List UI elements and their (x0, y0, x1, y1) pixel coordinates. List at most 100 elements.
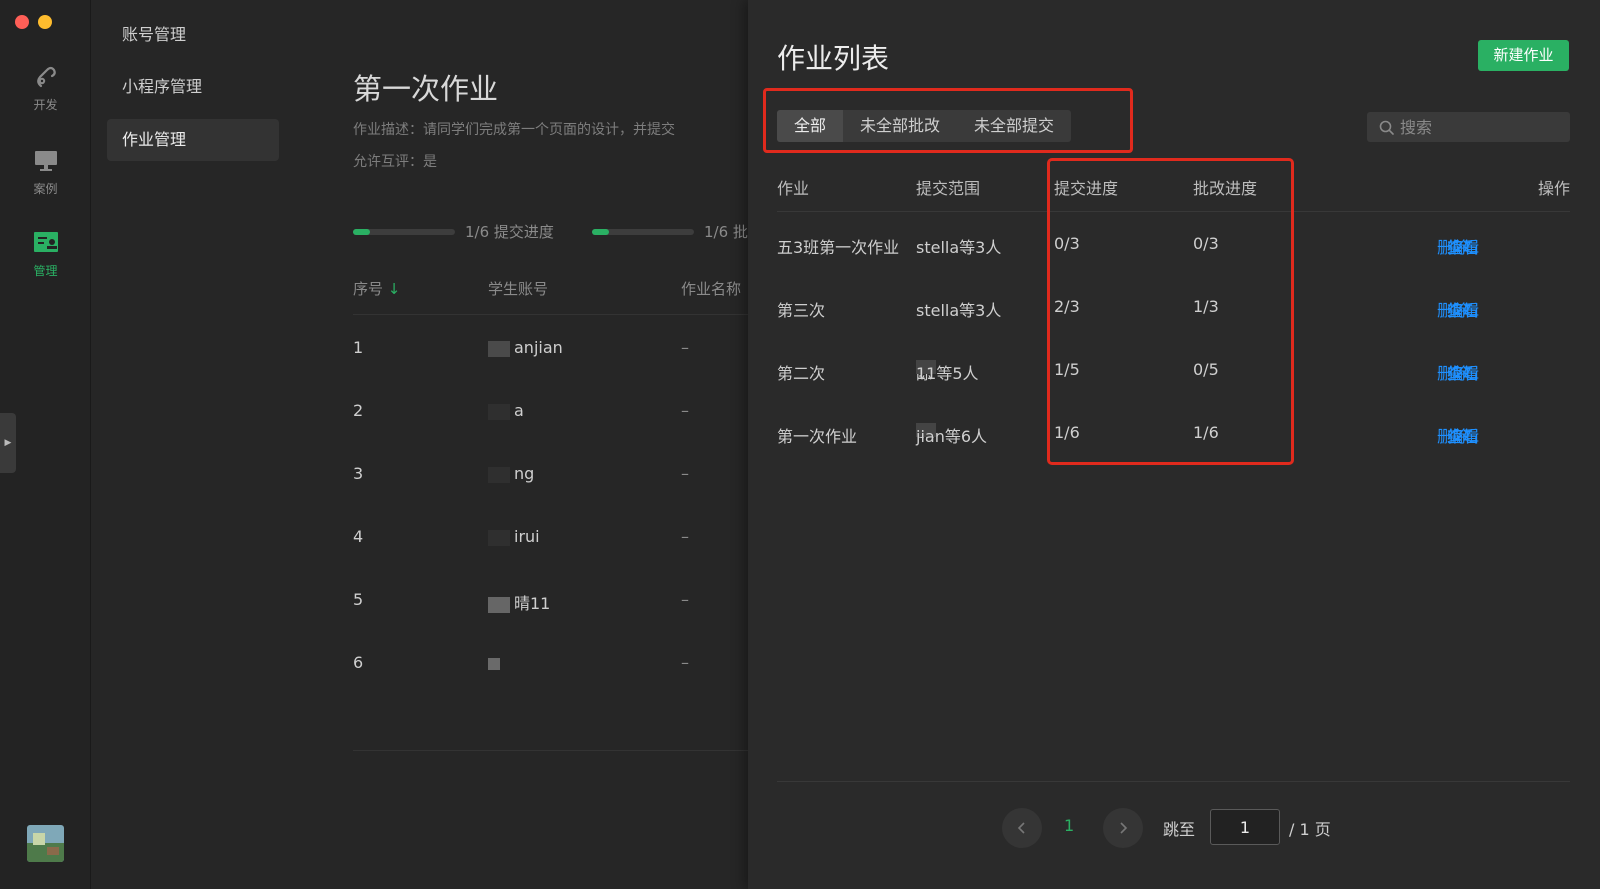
row-name: – (681, 338, 689, 357)
account-text: ng (514, 464, 535, 483)
masked-avatar (488, 340, 510, 357)
view-link[interactable]: 查看 (1447, 360, 1479, 384)
row-name: – (681, 401, 689, 420)
table-row: 3 ng – (353, 464, 773, 484)
row-name: – (681, 464, 689, 483)
chevron-left-icon (1017, 822, 1025, 834)
new-homework-button[interactable]: 新建作业 (1478, 40, 1569, 71)
row-no: 1 (353, 338, 364, 357)
account-text: anjian (514, 338, 563, 357)
sort-down-icon: ↓ (387, 280, 401, 298)
row-no: 3 (353, 464, 364, 483)
column-header-name: 作业名称 (681, 280, 742, 298)
row-name: – (681, 653, 689, 672)
cell-assignment: 五3班第一次作业 (777, 238, 900, 257)
rail-item-label: 案例 (33, 182, 58, 196)
view-link[interactable]: 查看 (1447, 423, 1479, 447)
panel-title: 作业列表 (777, 42, 890, 75)
dev-icon (36, 66, 56, 88)
divider (353, 750, 773, 751)
cell-assignment: 第一次作业 (777, 427, 858, 446)
cell-scope: stella等3人 (916, 301, 1002, 320)
review-progress-bar (592, 229, 694, 235)
total-pages: / 1 页 (1289, 820, 1331, 839)
table-row: 6 – (353, 653, 773, 673)
row-account (488, 653, 504, 672)
view-link[interactable]: 查看 (1447, 297, 1479, 321)
row-name: – (681, 527, 689, 546)
avatar-image (27, 825, 64, 862)
masked-avatar (488, 657, 500, 670)
rail-item-case[interactable]: 案例 (0, 148, 91, 197)
cell-assignment: 第三次 (777, 301, 826, 320)
minimize-window-button[interactable] (38, 15, 52, 29)
footer-divider (777, 781, 1570, 782)
caret-right-icon: ▶ (4, 438, 12, 448)
masked-avatar (488, 466, 510, 483)
case-icon (34, 151, 57, 171)
row-account: anjian (488, 338, 563, 357)
window-controls (15, 15, 52, 29)
cell-assignment: 第二次 (777, 364, 826, 383)
review-progress-label: 1/6 批 (704, 223, 748, 241)
menu-item-account[interactable]: 账号管理 (107, 14, 279, 56)
table-row: 4 irui – (353, 527, 773, 547)
progress-fill (353, 229, 370, 235)
menu-item-homework[interactable]: 作业管理 (107, 119, 279, 161)
menu-item-miniprogram[interactable]: 小程序管理 (107, 66, 279, 108)
jump-label: 跳至 (1163, 820, 1196, 839)
search-input[interactable] (1400, 117, 1560, 137)
expand-handle[interactable]: ▶ (0, 413, 16, 473)
column-header-ops: 操作 (1538, 179, 1571, 198)
highlight-box-tabs (763, 88, 1133, 153)
column-header-account: 学生账号 (488, 280, 549, 298)
column-header-scope: 提交范围 (916, 179, 981, 198)
page-jump-input[interactable] (1210, 809, 1280, 845)
row-account: irui (488, 527, 540, 546)
search-icon (1379, 120, 1394, 135)
account-text: 晴11 (514, 594, 551, 613)
scope-text: 11等5人 (916, 364, 979, 383)
scope-text: jian等6人 (916, 427, 988, 446)
avatar[interactable] (27, 825, 64, 862)
search-box[interactable] (1367, 112, 1570, 142)
cell-scope: stella等3人 (916, 238, 1002, 257)
rail-item-label: 管理 (33, 264, 58, 278)
table-row: 2 a – (353, 401, 773, 421)
column-header-label: 序号 (353, 280, 384, 298)
secondary-menu: 账号管理 小程序管理 作业管理 (91, 0, 295, 889)
row-no: 2 (353, 401, 364, 420)
submit-progress-bar (353, 229, 455, 235)
row-account: ng (488, 464, 534, 483)
row-no: 6 (353, 653, 364, 672)
account-text: irui (514, 527, 540, 546)
next-page-button[interactable] (1103, 808, 1143, 848)
table-row: 1 anjian – (353, 338, 773, 358)
page-title: 第一次作业 (353, 72, 499, 106)
current-page[interactable]: 1 (1064, 816, 1074, 835)
manage-icon (33, 232, 58, 252)
progress-fill (592, 229, 609, 235)
row-no: 4 (353, 527, 364, 546)
divider (353, 314, 773, 315)
highlight-box-progress (1047, 158, 1294, 465)
table-row: 5 晴11 – (353, 590, 773, 613)
chevron-right-icon (1120, 822, 1128, 834)
close-window-button[interactable] (15, 15, 29, 29)
submit-progress-label: 1/6 提交进度 (465, 223, 554, 241)
icon-rail: 开发 案例 管理 ▶ (0, 0, 91, 889)
view-link[interactable]: 查看 (1447, 234, 1479, 258)
rail-item-manage[interactable]: 管理 (0, 230, 91, 279)
row-name: – (681, 590, 689, 609)
masked-avatar (488, 403, 510, 420)
row-account: a (488, 401, 524, 420)
column-header-assignment: 作业 (777, 179, 810, 198)
prev-page-button[interactable] (1002, 808, 1042, 848)
homework-list-panel: 作业列表 新建作业 全部 未全部批改 未全部提交 作业 提交范围 提交进度 批改… (748, 0, 1600, 889)
column-header-no[interactable]: 序号 ↓ (353, 278, 400, 299)
row-no: 5 (353, 590, 364, 609)
row-account: 晴11 (488, 590, 550, 614)
allow-review-text: 允许互评：是 (353, 154, 437, 170)
rail-item-dev[interactable]: 开发 (0, 64, 91, 113)
masked-avatar (488, 529, 510, 546)
